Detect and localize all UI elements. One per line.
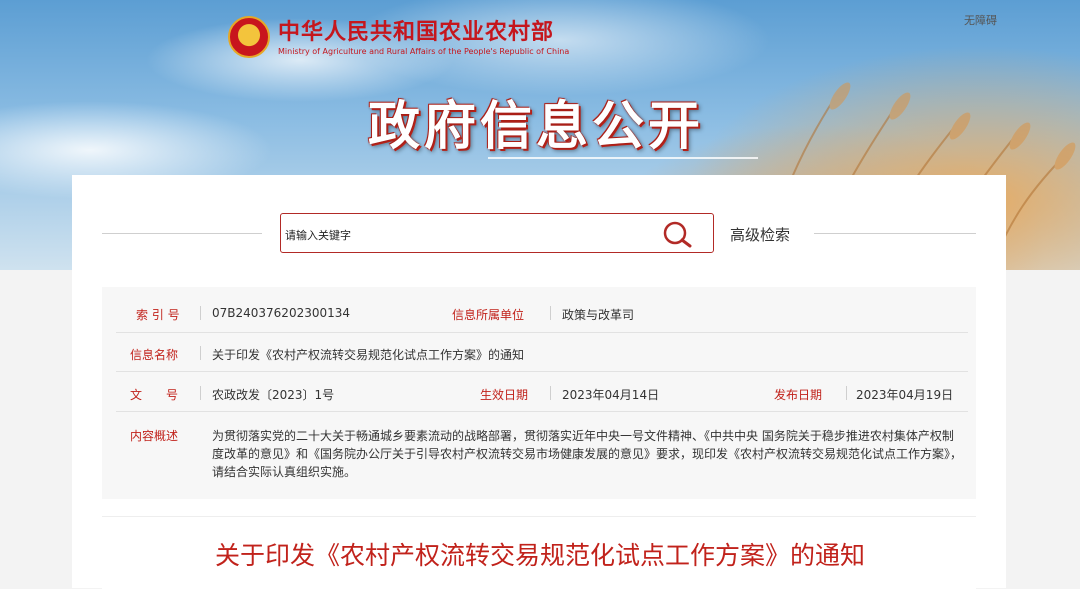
index-label: 索 引 号 [136,308,180,322]
column-divider [550,306,551,320]
effective-date-label: 生效日期 [480,388,529,402]
row-separator [116,332,968,333]
search-input[interactable] [283,224,657,246]
notice-title: 关于印发《农村产权流转交易规范化试点工作方案》的通知 [214,541,865,570]
column-divider [200,346,201,360]
doc-number-label: 文 号 [130,388,179,402]
summary-label: 内容概述 [130,429,179,443]
name-value: 关于印发《农村产权流转交易规范化试点工作方案》的通知 [212,348,525,362]
unit-value: 政策与改革司 [562,308,635,322]
doc-number-value: 农政改发〔2023〕1号 [212,388,335,402]
advanced-search-link[interactable]: 高级检索 [730,224,790,245]
divider-line-left [102,233,262,234]
ministry-name-cn[interactable]: 中华人民共和国农业农村部 [278,14,554,46]
column-divider [200,386,201,400]
column-divider [846,386,847,400]
name-label: 信息名称 [130,348,179,362]
document-info-table: 索 引 号 07B240376202300134 信息所属单位 政策与改革司 信… [102,287,976,499]
summary-value: 为贯彻落实党的二十大关于畅通城乡要素流动的战略部署，贯彻落实近年中央一号文件精神… [212,429,963,479]
banner-title: 政府信息公开 [368,97,705,157]
accessibility-link[interactable]: 无障碍 [964,12,997,28]
banner-divider [488,157,758,159]
row-separator [116,371,968,372]
index-value: 07B240376202300134 [212,306,351,320]
column-divider [200,306,201,320]
ministry-name-en: Ministry of Agriculture and Rural Affair… [278,47,570,56]
row-separator [116,411,968,412]
search-bar: 高级检索 [102,213,976,255]
column-divider [550,386,551,400]
effective-date-value: 2023年04月14日 [562,388,660,402]
publish-date-value: 2023年04月19日 [856,388,954,402]
unit-label: 信息所属单位 [452,308,525,322]
publish-date-label: 发布日期 [774,388,823,402]
national-emblem-logo [228,16,270,58]
search-icon[interactable] [661,219,695,249]
divider-line-right [814,233,976,234]
search-box [280,213,714,253]
